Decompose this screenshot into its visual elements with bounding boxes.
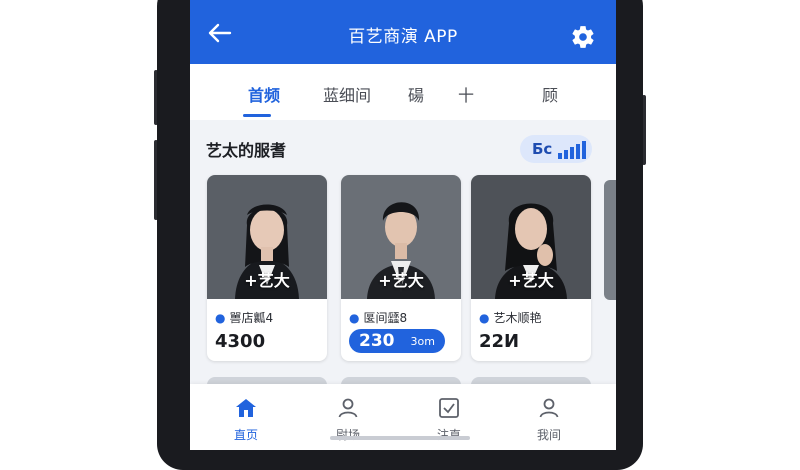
performer-card[interactable]: +艺大 ● 嘼店瓤4 4300 — [207, 175, 327, 361]
active-tab-indicator — [243, 114, 271, 117]
card-price-pill: 230 3om — [349, 329, 445, 353]
home-icon — [236, 399, 256, 417]
tab-lanxijian[interactable]: 蓝细间 — [323, 82, 371, 106]
nav-venue-label: 尉场 — [335, 428, 360, 442]
card-overlay-label: +艺大 — [378, 271, 424, 290]
tab-bar: 首频 蓝细间 碭 十 顾 — [190, 64, 616, 120]
card-role: ● 匽间瓥8 — [349, 309, 407, 326]
nav-home-label: 直页 — [233, 428, 258, 442]
bottom-navigation: 直页 尉场 注直 我间 — [190, 384, 616, 450]
checkbox-icon — [439, 398, 459, 418]
tab-shi[interactable]: 十 — [458, 82, 474, 106]
signal-badge[interactable]: Бс — [520, 135, 592, 163]
gear-icon[interactable] — [570, 24, 596, 50]
nav-register-label: 注直 — [436, 428, 461, 442]
tab-home[interactable]: 首频 — [248, 82, 280, 106]
badge-label: Бс — [532, 140, 553, 158]
profile-icon — [539, 398, 559, 418]
dot-icon: ● — [215, 311, 226, 325]
card-price: 4300 — [215, 331, 266, 352]
section-title: 艺太的服耆 — [206, 141, 287, 160]
card-price: 230 — [359, 331, 395, 351]
card-overlay-label: +艺大 — [508, 271, 554, 290]
card-role: ● 艺木顺艳 — [479, 309, 542, 326]
card-role-text: 嘼店瓤4 — [229, 311, 274, 325]
phone-screen: 百艺商演 APP 首频 蓝细间 碭 十 顾 艺太的服耆 Бс +艺大 ● 嘼店瓤… — [190, 0, 616, 450]
app-bar: 百艺商演 APP — [190, 0, 616, 64]
home-indicator[interactable] — [330, 436, 470, 440]
card-role: ● 嘼店瓤4 — [215, 309, 273, 326]
dot-icon: ● — [479, 311, 490, 325]
signal-bars-icon — [558, 141, 586, 159]
performer-card[interactable]: +艺大 ● 艺木顺艳 22И — [471, 175, 591, 361]
user-icon — [338, 398, 358, 418]
nav-register[interactable]: 注直 — [409, 384, 489, 450]
nav-venue[interactable]: 尉场 — [308, 384, 388, 450]
card-role-text: 匽间瓥8 — [363, 311, 408, 325]
next-card-peek[interactable] — [604, 180, 616, 300]
card-role-text: 艺木顺艳 — [493, 311, 542, 325]
nav-profile[interactable]: 我间 — [509, 384, 589, 450]
nav-home[interactable]: 直页 — [206, 384, 286, 450]
performer-card[interactable]: +艺大 ● 匽间瓥8 230 3om — [341, 175, 461, 361]
card-overlay-label: +艺大 — [244, 271, 290, 290]
app-title: 百艺商演 APP — [348, 27, 458, 47]
tab-gu[interactable]: 顾 — [542, 82, 558, 106]
dot-icon: ● — [349, 311, 360, 325]
card-price-unit: 3om — [410, 335, 435, 348]
tab-dang[interactable]: 碭 — [408, 82, 424, 106]
card-price: 22И — [479, 331, 520, 352]
nav-profile-label: 我间 — [536, 428, 561, 442]
